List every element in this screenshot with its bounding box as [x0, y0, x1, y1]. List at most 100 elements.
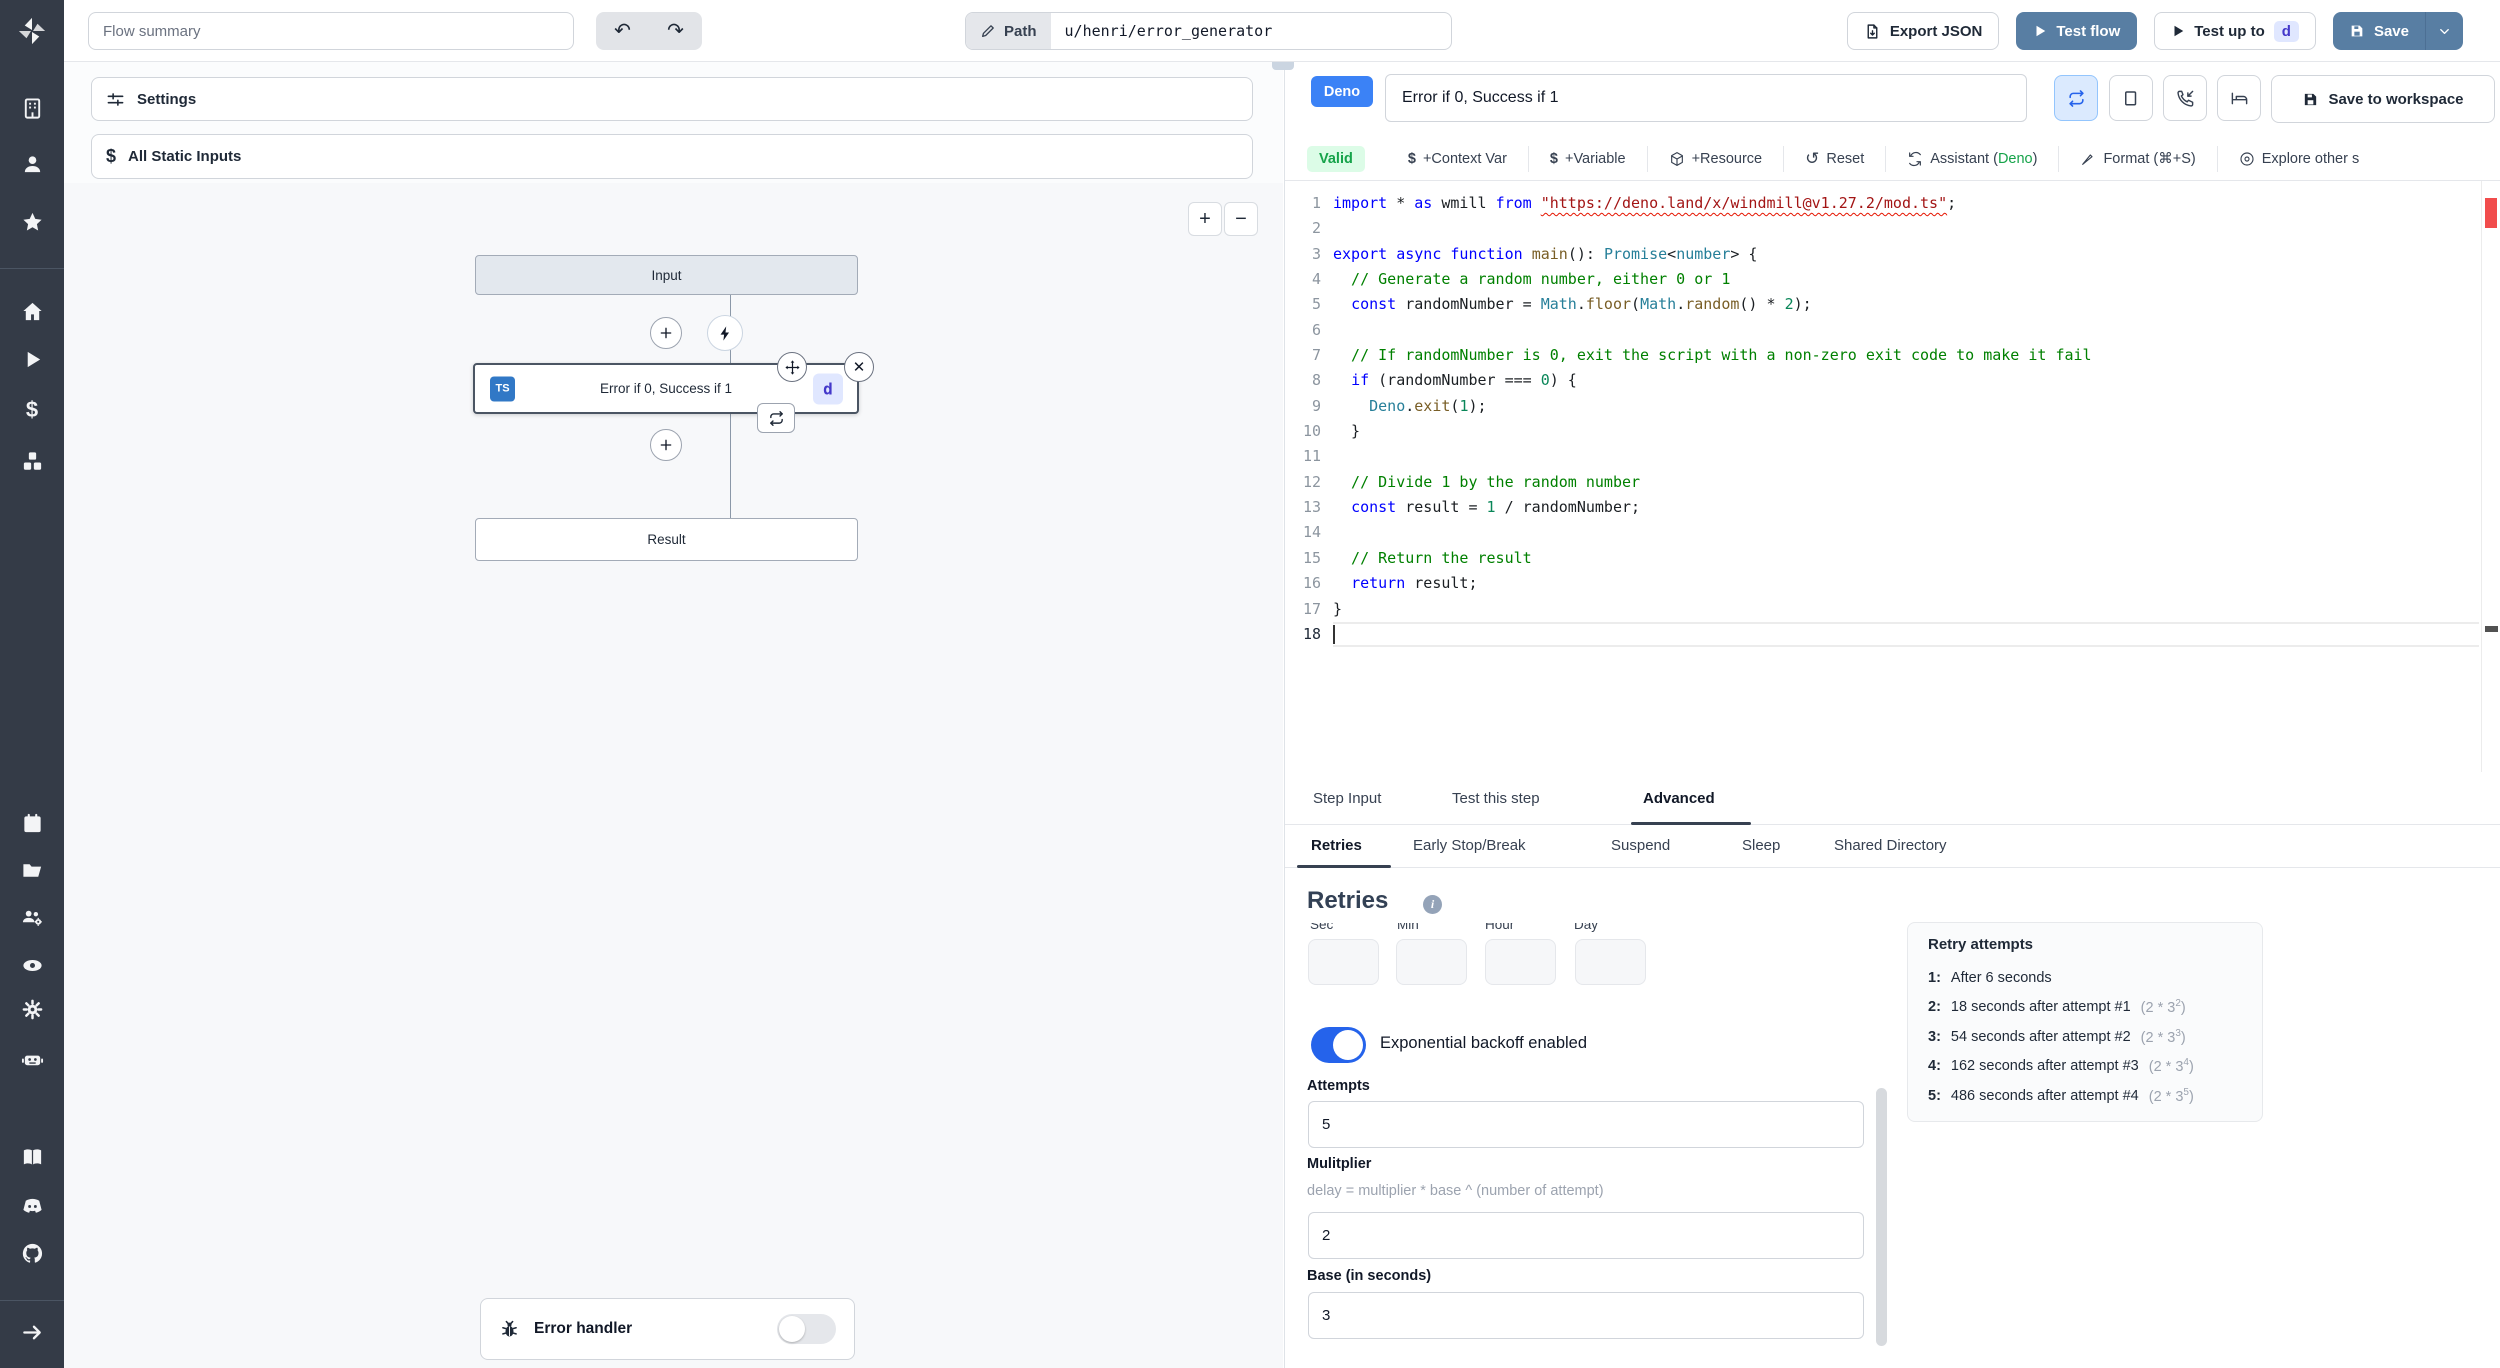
step-id-badge: d: [813, 373, 843, 404]
resources-cubes-icon[interactable]: [19, 448, 45, 474]
step-retry-indicator[interactable]: [757, 403, 795, 433]
home-icon[interactable]: [19, 298, 45, 324]
audit-eye-icon[interactable]: [19, 952, 45, 978]
delete-step-button[interactable]: ✕: [844, 352, 874, 382]
tab-step-input[interactable]: Step Input: [1313, 790, 1381, 807]
base-input[interactable]: 3: [1308, 1292, 1864, 1339]
code-line[interactable]: [1333, 318, 2479, 343]
retries-toggle-button[interactable]: [2054, 75, 2098, 121]
move-step-button[interactable]: [777, 352, 807, 382]
add-step-button[interactable]: [650, 317, 682, 349]
code-line[interactable]: [1333, 520, 2479, 545]
explore-scripts-button[interactable]: Explore other s: [2216, 146, 2381, 172]
flow-result-node[interactable]: Result: [475, 518, 858, 561]
docs-book-icon[interactable]: [19, 1144, 45, 1170]
tab-sleep[interactable]: Sleep: [1742, 837, 1780, 854]
add-variable-button[interactable]: $ +Variable: [1527, 146, 1647, 172]
format-button[interactable]: Format (⌘+S): [2058, 146, 2216, 172]
folders-icon[interactable]: [19, 857, 45, 883]
code-line[interactable]: [1333, 622, 2479, 647]
tab-retries[interactable]: Retries: [1311, 837, 1362, 854]
code-line[interactable]: // Divide 1 by the random number: [1333, 470, 2479, 495]
test-flow-button[interactable]: Test flow: [2016, 12, 2138, 50]
sleep-button[interactable]: [2217, 75, 2261, 121]
attempts-input[interactable]: 5: [1308, 1101, 1864, 1148]
redo-button[interactable]: ↷: [667, 21, 684, 41]
cursor-marker: [2485, 626, 2498, 632]
add-context-var-button[interactable]: $ +Context Var: [1387, 146, 1528, 172]
all-static-inputs-row[interactable]: $ All Static Inputs: [91, 134, 1253, 179]
code-line[interactable]: import * as wmill from "https://deno.lan…: [1333, 191, 2479, 216]
tab-advanced[interactable]: Advanced: [1643, 790, 1715, 807]
tab-test-this-step[interactable]: Test this step: [1452, 790, 1540, 807]
tab-early-stop[interactable]: Early Stop/Break: [1413, 837, 1526, 854]
sec-input[interactable]: [1308, 939, 1379, 985]
flow-input-node[interactable]: Input: [475, 255, 858, 295]
workspace-icon[interactable]: [19, 95, 45, 121]
code-line[interactable]: const randomNumber = Math.floor(Math.ran…: [1333, 292, 2479, 317]
zoom-out-button[interactable]: −: [1224, 202, 1258, 236]
min-input[interactable]: [1396, 939, 1467, 985]
add-step-button[interactable]: [650, 429, 682, 461]
schedules-calendar-icon[interactable]: [19, 810, 45, 836]
save-button[interactable]: Save: [2332, 12, 2425, 50]
info-icon[interactable]: i: [1423, 895, 1442, 914]
step-title-input[interactable]: Error if 0, Success if 1: [1385, 74, 2027, 122]
file-export-icon: [1867, 23, 1878, 39]
assistant-button[interactable]: Assistant (Deno): [1885, 146, 2058, 172]
flow-summary-input[interactable]: Flow summary: [88, 12, 574, 50]
flow-settings-row[interactable]: Settings: [91, 77, 1253, 121]
favorites-star-icon[interactable]: [19, 209, 45, 235]
code-line[interactable]: return result;: [1333, 571, 2479, 596]
reset-button[interactable]: ↺ Reset: [1783, 146, 1885, 172]
expand-arrow-icon[interactable]: [19, 1319, 45, 1345]
code-lines[interactable]: import * as wmill from "https://deno.lan…: [1333, 191, 2479, 647]
add-resource-button[interactable]: +Resource: [1646, 146, 1784, 172]
path-input[interactable]: u/henri/error_generator: [1051, 13, 1451, 49]
code-line[interactable]: [1333, 444, 2479, 469]
code-line[interactable]: Deno.exit(1);: [1333, 394, 2479, 419]
trigger-bolt-button[interactable]: [707, 315, 743, 351]
valid-status-badge: Valid: [1307, 146, 1365, 172]
code-line[interactable]: export async function main(): Promise<nu…: [1333, 242, 2479, 267]
tab-shared-directory[interactable]: Shared Directory: [1834, 837, 1947, 854]
discord-icon[interactable]: [19, 1192, 45, 1218]
panel-splitter-handle[interactable]: [1272, 62, 1294, 70]
windmill-logo[interactable]: [0, 0, 64, 62]
day-input[interactable]: [1575, 939, 1646, 985]
code-line[interactable]: // If randomNumber is 0, exit the script…: [1333, 343, 2479, 368]
settings-gear-icon[interactable]: [19, 996, 45, 1022]
code-line[interactable]: }: [1333, 597, 2479, 622]
editor-overview-ruler: [2481, 181, 2482, 772]
save-dropdown-button[interactable]: [2425, 12, 2463, 50]
github-icon[interactable]: [19, 1240, 45, 1266]
export-json-button[interactable]: Export JSON: [1846, 12, 2000, 50]
tab-suspend[interactable]: Suspend: [1611, 837, 1670, 854]
multiplier-input[interactable]: 2: [1308, 1212, 1864, 1259]
code-editor[interactable]: 1 2 3 4 5 6 7 8 9 10 11 12 13 14 15 16 17 18 import * as …: [1285, 181, 2500, 772]
exponential-backoff-toggle[interactable]: [1311, 1027, 1366, 1063]
groups-users-gear-icon[interactable]: [19, 904, 45, 930]
variables-dollar-icon[interactable]: $: [19, 397, 45, 423]
code-line[interactable]: }: [1333, 419, 2479, 444]
suspend-approval-button[interactable]: [2163, 75, 2207, 121]
early-stop-button[interactable]: [2109, 75, 2153, 121]
code-line[interactable]: // Generate a random number, either 0 or…: [1333, 267, 2479, 292]
code-line[interactable]: [1333, 216, 2479, 241]
code-line[interactable]: const result = 1 / randomNumber;: [1333, 495, 2479, 520]
retries-scrollbar[interactable]: [1876, 1088, 1887, 1346]
workers-robot-icon[interactable]: [19, 1046, 45, 1072]
sidebar: $: [0, 62, 64, 1368]
hour-input[interactable]: [1485, 939, 1556, 985]
user-icon[interactable]: [19, 151, 45, 177]
code-line[interactable]: if (randomNumber === 0) {: [1333, 368, 2479, 393]
zoom-in-button[interactable]: +: [1188, 202, 1222, 236]
runs-play-icon[interactable]: [19, 346, 45, 372]
error-handler-toggle[interactable]: [777, 1314, 836, 1344]
code-line[interactable]: // Return the result: [1333, 546, 2479, 571]
undo-redo-group: ↶ ↷: [596, 12, 702, 50]
save-to-workspace-button[interactable]: Save to workspace: [2271, 75, 2495, 123]
test-up-to-button[interactable]: Test up to d: [2154, 12, 2316, 50]
flow-canvas[interactable]: [64, 183, 1283, 1368]
undo-button[interactable]: ↶: [614, 21, 631, 41]
